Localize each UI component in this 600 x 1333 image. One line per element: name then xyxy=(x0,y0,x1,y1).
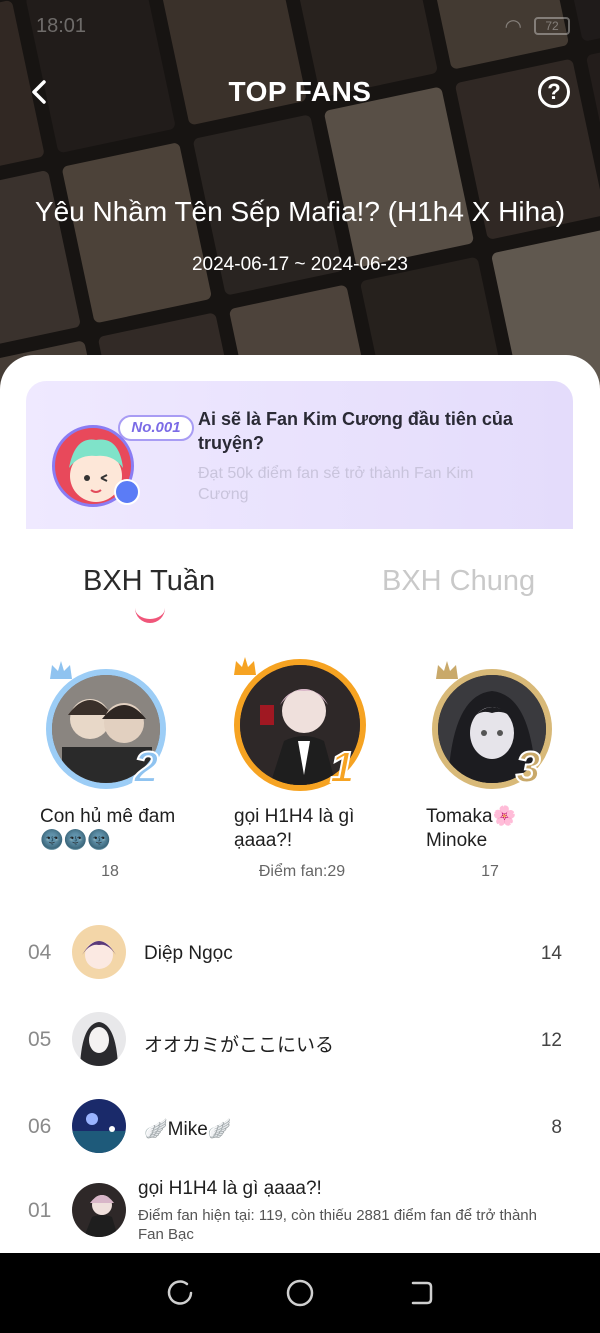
row-rank: 04 xyxy=(28,941,52,964)
podium-score: Điểm fan:29 xyxy=(258,863,346,880)
banner-title: Ai sẽ là Fan Kim Cương đầu tiên của truy… xyxy=(198,409,513,453)
podium-rank: 2 xyxy=(133,742,160,793)
podium-name: gọi H1H4 là gì ạaaa?! xyxy=(234,806,355,851)
row-rank: 06 xyxy=(28,1115,52,1138)
question-circle-icon[interactable]: ? xyxy=(538,76,570,108)
my-name: gọi H1H4 là gì ạaaa?! xyxy=(138,1178,322,1199)
podium-name: Tomaka🌸 Minoke xyxy=(426,806,517,851)
diamond-fan-banner[interactable]: No.001 Ai sẽ là Fan Kim Cương đầu tiên c… xyxy=(26,381,573,529)
row-name: Diệp Ngọc xyxy=(144,943,233,964)
comic-title: Yêu Nhầm Tên Sếp Mafia!? (H1h4 X Hiha) xyxy=(34,196,566,227)
recent-apps-icon[interactable] xyxy=(165,1278,195,1308)
banner-subtitle: Đạt 50k điểm fan sẽ trở thành Fan Kim Cư… xyxy=(198,465,474,503)
row-name: 🪽Mike🪽 xyxy=(144,1119,232,1140)
ranking-tabs: BXH Tuần BXH Chung xyxy=(0,565,600,635)
diamond-icon xyxy=(114,479,140,505)
podium-rank: 1 xyxy=(329,742,356,793)
row-name: オオカミがここにいる xyxy=(144,1035,335,1056)
list-item[interactable]: 04 Diệp Ngọc 14 xyxy=(0,915,600,995)
podium-score: 18 xyxy=(101,863,119,880)
avatar xyxy=(72,925,126,979)
date-range: 2024-06-17 ~ 2024-06-23 xyxy=(191,254,409,275)
podium-name: Con hủ mê đam 🌚🌚🌚 xyxy=(40,806,176,851)
avatar xyxy=(72,1099,126,1153)
row-score: 12 xyxy=(540,1030,562,1051)
row-score: 14 xyxy=(540,943,562,964)
avatar xyxy=(72,1012,126,1066)
podium-score: 17 xyxy=(481,863,499,880)
my-points-description: Điểm fan hiện tại: 119, còn thiếu 2881 đ… xyxy=(138,1207,537,1243)
system-nav-bar xyxy=(0,1253,600,1333)
home-icon[interactable] xyxy=(285,1278,315,1308)
my-rank-row[interactable]: 01 gọi H1H4 là gì ạaaa?! Điểm fan hiện t… xyxy=(0,1175,600,1253)
wifi-icon: ◠ xyxy=(504,15,522,38)
row-score: 8 xyxy=(551,1117,562,1138)
leaderboard-sheet: No.001 Ai sẽ là Fan Kim Cương đầu tiên c… xyxy=(0,355,600,1253)
status-bar: 18:01 ◠ 72 xyxy=(0,0,600,52)
crown-icon xyxy=(234,657,256,675)
chevron-left-icon[interactable] xyxy=(22,74,58,110)
hero-header: 18:01 ◠ 72 TOP FANS ? Yêu Nhầm Tên Sếp M… xyxy=(0,0,600,400)
tab-overall[interactable]: BXH Chung xyxy=(382,565,535,598)
list-item[interactable]: 06 🪽Mike🪽 8 xyxy=(0,1089,600,1169)
row-rank: 05 xyxy=(28,1028,52,1051)
page-title: TOP FANS xyxy=(228,76,372,107)
crown-icon xyxy=(50,661,72,679)
rank-badge: No.001 xyxy=(118,415,194,441)
list-item[interactable]: 05 オオカミがここにいる 12 xyxy=(0,1002,600,1082)
tab-indicator xyxy=(135,607,165,623)
avatar xyxy=(72,1183,126,1237)
back-nav-icon[interactable] xyxy=(405,1278,435,1308)
status-time: 18:01 xyxy=(36,14,87,37)
row-rank: 01 xyxy=(28,1199,52,1222)
tab-weekly[interactable]: BXH Tuần xyxy=(83,565,215,598)
battery-icon: 72 xyxy=(534,17,570,35)
podium-rank: 3 xyxy=(515,742,542,793)
crown-icon xyxy=(436,661,458,679)
top-bar: TOP FANS ? xyxy=(0,66,600,118)
